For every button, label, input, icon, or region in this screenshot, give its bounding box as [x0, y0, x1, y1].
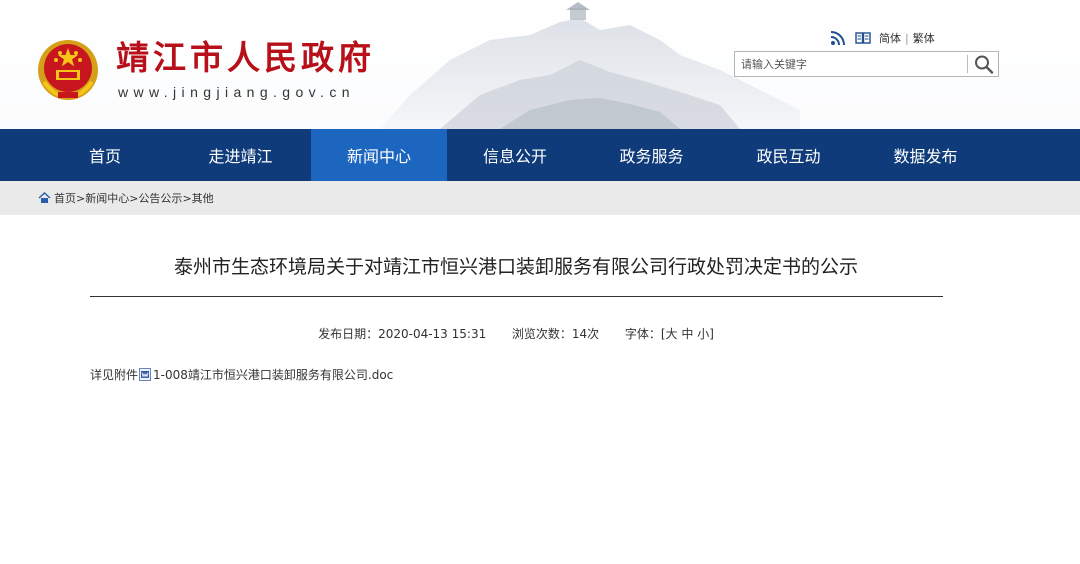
nav-spacer-left [0, 129, 40, 181]
nav-item-interaction[interactable]: 政民互动 [720, 129, 857, 181]
article-meta: 发布日期：2020-04-13 15:31 浏览次数：14次 字体：[大 中 小… [90, 325, 942, 342]
traditional-chinese-link[interactable]: 繁体 [913, 30, 935, 46]
book-icon[interactable] [855, 30, 871, 46]
search-box [734, 51, 999, 77]
font-size-label: 字体： [624, 327, 661, 341]
breadcrumb-bar: 首页 > 新闻中心 > 公告公示 > 其他 [0, 181, 1080, 215]
nav-item-gov-services[interactable]: 政务服务 [583, 129, 720, 181]
font-bracket-close: ] [709, 327, 714, 341]
main-nav: 首页 走进靖江 新闻中心 信息公开 政务服务 政民互动 数据发布 [0, 129, 1080, 181]
toolbar-divider: | [905, 31, 909, 45]
nav-item-data-release[interactable]: 数据发布 [857, 129, 994, 181]
views-value: 14次 [571, 327, 600, 341]
breadcrumb-separator: > [182, 191, 192, 205]
breadcrumb-news-center[interactable]: 新闻中心 [85, 190, 129, 206]
search-icon[interactable] [971, 53, 997, 75]
font-size-medium[interactable]: 中 [681, 327, 693, 341]
breadcrumb-home[interactable]: 首页 [54, 190, 76, 206]
attachment-link[interactable]: 1-008靖江市恒兴港口装卸服务有限公司.doc [153, 366, 393, 383]
breadcrumb-separator: > [76, 191, 86, 205]
word-doc-icon [139, 368, 152, 381]
article-body: 详见附件 1-008靖江市恒兴港口装卸服务有限公司.doc [90, 366, 393, 383]
breadcrumb-separator: > [129, 191, 139, 205]
font-size-large[interactable]: 大 [666, 327, 678, 341]
publish-date-value: 2020-04-13 15:31 [378, 327, 487, 341]
site-domain: www.jingjiang.gov.cn [118, 84, 355, 100]
simplified-chinese-link[interactable]: 简体 [879, 30, 901, 46]
article-title: 泰州市生态环境局关于对靖江市恒兴港口装卸服务有限公司行政处罚决定书的公示 [173, 256, 858, 278]
home-icon [38, 192, 51, 203]
top-toolbar: 简体 | 繁体 [830, 30, 935, 46]
breadcrumb: 首页 > 新闻中心 > 公告公示 > 其他 [38, 181, 214, 215]
site-header: 靖江市人民政府 www.jingjiang.gov.cn 简体 | 繁体 [0, 0, 1080, 129]
search-divider [967, 55, 968, 73]
national-emblem-logo [38, 40, 98, 100]
title-divider [90, 296, 943, 297]
search-input[interactable] [735, 52, 967, 76]
body-prefix: 详见附件 [90, 368, 139, 382]
breadcrumb-announcements[interactable]: 公告公示 [138, 190, 182, 206]
nav-item-home[interactable]: 首页 [40, 129, 170, 181]
breadcrumb-other[interactable]: 其他 [192, 190, 214, 206]
nav-item-info-disclosure[interactable]: 信息公开 [447, 129, 583, 181]
views-label: 浏览次数： [511, 327, 572, 341]
rss-icon[interactable] [830, 30, 846, 46]
nav-item-news-center[interactable]: 新闻中心 [311, 129, 447, 181]
site-title[interactable]: 靖江市人民政府 [116, 37, 375, 79]
font-size-small[interactable]: 小 [697, 327, 709, 341]
nav-item-about-jingjiang[interactable]: 走进靖江 [170, 129, 311, 181]
publish-date-label: 发布日期： [318, 327, 379, 341]
